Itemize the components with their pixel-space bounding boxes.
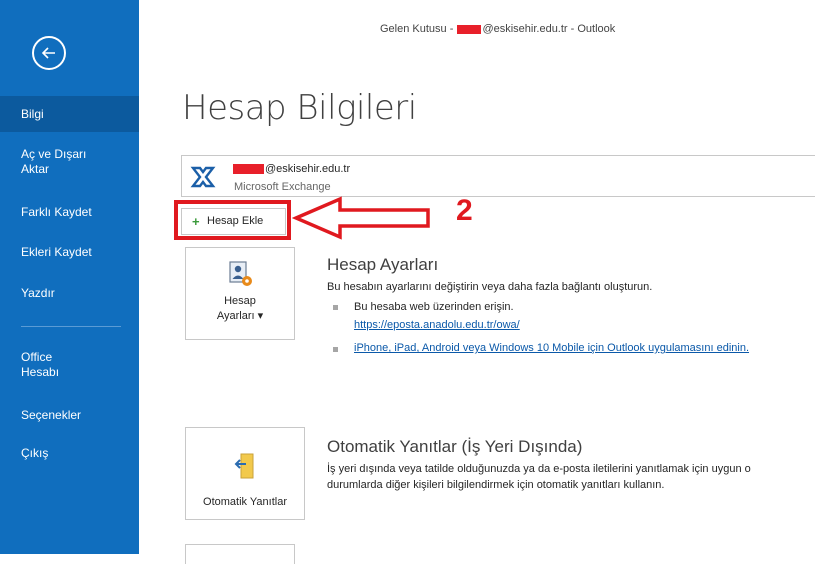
redacted-account-name bbox=[233, 164, 264, 175]
bullet-marker bbox=[333, 305, 338, 310]
account-email: @eskisehir.edu.tr bbox=[232, 163, 350, 175]
automatic-replies-title: Otomatik Yanıtlar (İş Yeri Dışında) bbox=[327, 437, 583, 456]
nav-divider bbox=[21, 326, 121, 327]
nav-item-farkli-kaydet[interactable]: Farklı Kaydet bbox=[0, 205, 139, 220]
redacted-username bbox=[457, 24, 482, 34]
account-settings-title: Hesap Ayarları bbox=[327, 255, 439, 274]
back-arrow-icon bbox=[41, 47, 55, 59]
window-title: Gelen Kutusu - @eskisehir.edu.tr - Outlo… bbox=[380, 23, 616, 35]
nav-item-office-hesabi[interactable]: Office Hesabı bbox=[0, 350, 139, 380]
annotation-arrow-icon bbox=[292, 196, 430, 240]
backstage-sidebar: Bilgi Aç ve Dışarı Aktar Farklı Kaydet E… bbox=[0, 0, 139, 554]
page-title: Hesap Bilgileri bbox=[182, 88, 417, 128]
annotation-highlight-box bbox=[174, 200, 291, 240]
account-settings-tile[interactable]: Hesap Ayarları ▾ bbox=[185, 247, 295, 340]
automatic-replies-tile[interactable]: Otomatik Yanıtlar bbox=[185, 427, 305, 520]
back-button[interactable] bbox=[32, 36, 66, 70]
web-access-text: Bu hesaba web üzerinden erişin. bbox=[354, 301, 514, 313]
account-settings-description: Bu hesabın ayarlarını değiştirin veya da… bbox=[327, 281, 653, 293]
nav-item-bilgi[interactable]: Bilgi bbox=[0, 96, 139, 132]
account-selector[interactable]: @eskisehir.edu.tr Microsoft Exchange bbox=[181, 155, 815, 197]
automatic-replies-description-line2: durumlarda diğer kişileri bilgilendirmek… bbox=[327, 479, 665, 491]
nav-item-secenekler[interactable]: Seçenekler bbox=[0, 408, 139, 423]
title-bar: Gelen Kutusu - @eskisehir.edu.tr - Outlo… bbox=[139, 0, 815, 50]
outlook-mobile-link[interactable]: iPhone, iPad, Android veya Windows 10 Mo… bbox=[354, 342, 749, 354]
owa-link[interactable]: https://eposta.anadolu.edu.tr/owa/ bbox=[354, 319, 520, 331]
nav-item-cikis[interactable]: Çıkış bbox=[0, 446, 139, 461]
account-type: Microsoft Exchange bbox=[234, 181, 331, 193]
nav-item-ac-ve-disari-aktar[interactable]: Aç ve Dışarı Aktar bbox=[0, 147, 139, 177]
automatic-replies-description-line1: İş yeri dışında veya tatilde olduğunuzda… bbox=[327, 463, 751, 475]
nav-item-ekleri-kaydet[interactable]: Ekleri Kaydet bbox=[0, 245, 139, 260]
account-settings-icon bbox=[229, 261, 252, 286]
nav-item-yazdir[interactable]: Yazdır bbox=[0, 286, 139, 301]
automatic-replies-icon bbox=[234, 453, 254, 479]
annotation-step-number: 2 bbox=[456, 194, 473, 227]
next-tile-partial[interactable] bbox=[185, 544, 295, 564]
exchange-icon bbox=[190, 165, 216, 189]
bullet-marker bbox=[333, 347, 338, 352]
